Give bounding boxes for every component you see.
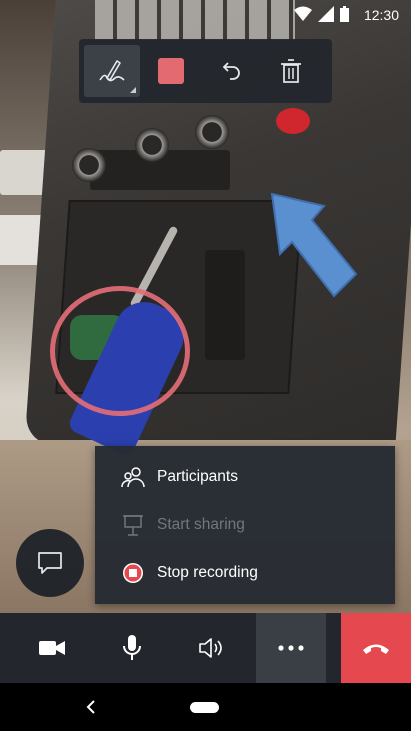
pen-icon [99,60,125,82]
machine-knob [195,115,229,149]
status-time: 12:30 [363,7,399,23]
machine-knob [135,128,169,162]
ink-color-button[interactable] [143,45,199,97]
arrow-annotation[interactable] [264,186,360,304]
back-chevron-icon [86,700,95,714]
microphone-toggle-button[interactable] [92,613,172,683]
color-swatch-icon [158,58,184,84]
menu-item-stop-recording[interactable]: Stop recording [95,549,395,597]
call-controls-bar [0,613,411,683]
menu-item-label: Start sharing [157,516,245,533]
machine-knob [72,148,106,182]
more-options-button[interactable] [256,613,326,683]
hang-up-button[interactable] [341,613,411,683]
more-icon [278,645,304,651]
tool-options-indicator [130,87,136,93]
video-camera-icon [39,641,65,655]
undo-button[interactable] [203,45,259,97]
hang-up-icon [363,644,389,654]
camera-toggle-button[interactable] [12,613,92,683]
undo-icon [222,62,240,80]
pen-tool-button[interactable] [84,45,140,97]
call-overflow-menu: Participants Start sharing Stop recordin… [95,446,395,604]
ink-circle-annotation[interactable] [50,286,190,416]
chat-button[interactable] [16,529,84,597]
wifi-icon [294,6,312,21]
machine-red-button [276,108,310,134]
machine-bracket [205,250,245,360]
cellular-signal-icon [318,6,334,22]
people-icon [121,465,145,489]
ink-toolbar [79,39,332,103]
chat-icon [38,552,62,574]
status-bar: 12:30 [0,0,411,30]
menu-item-label: Participants [157,468,238,485]
home-pill-button[interactable] [190,702,219,713]
microphone-icon [123,635,141,660]
back-button[interactable] [80,695,102,719]
menu-item-participants[interactable]: Participants [95,453,395,501]
presentation-icon [121,513,145,537]
stop-recording-icon [121,561,145,585]
status-icons [294,6,349,22]
battery-icon [340,6,349,22]
system-navigation-bar [0,683,411,731]
speaker-icon [199,638,222,658]
menu-item-label: Stop recording [157,564,258,581]
menu-item-start-sharing[interactable]: Start sharing [95,501,395,549]
speaker-toggle-button[interactable] [172,613,252,683]
trash-icon [281,59,301,83]
delete-ink-button[interactable] [263,45,319,97]
